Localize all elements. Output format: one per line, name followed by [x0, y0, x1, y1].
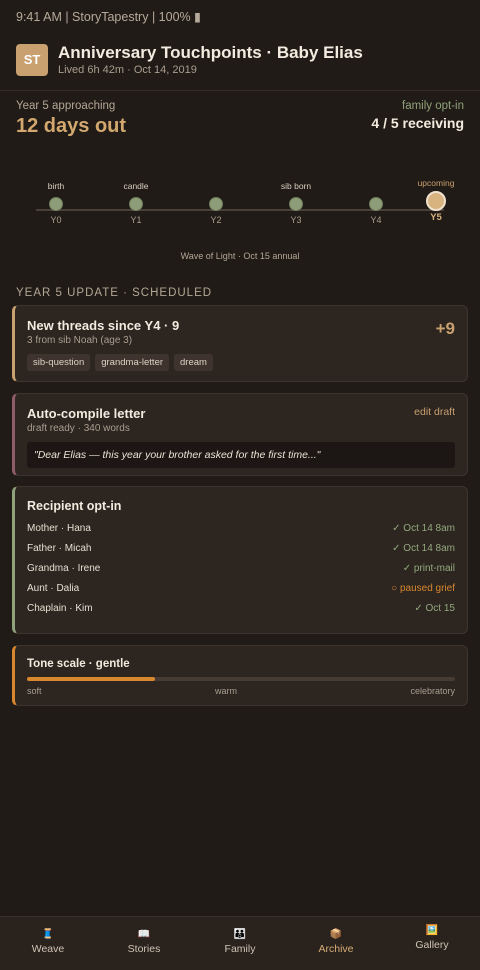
timeline-node-label: upcoming — [417, 178, 455, 188]
nav-label: Weave — [31, 943, 65, 955]
page-title: Anniversary Touchpoints · Baby Elias — [58, 43, 363, 62]
header-divider — [0, 90, 480, 91]
thread-tags: sib-question grandma-letter dream — [27, 354, 455, 371]
timeline-dot — [289, 197, 303, 211]
edit-draft-link[interactable]: edit draft — [414, 406, 455, 418]
tone-slider[interactable] — [27, 677, 455, 681]
status-bar: 9:41 AM | StoryTapestry | 100% ▮ — [16, 10, 201, 24]
countdown-label: Year 5 approaching — [16, 100, 116, 112]
timeline-year: Y4 — [370, 215, 382, 225]
timeline-dot-upcoming — [426, 191, 446, 211]
timeline-dot — [129, 197, 143, 211]
timeline-node-label — [346, 180, 406, 192]
timeline-node-y0[interactable]: birth Y0 — [26, 180, 86, 225]
gallery-icon: 🖼️ — [425, 925, 439, 936]
recipient-row[interactable]: Father · Micah ✓ Oct 14 8am — [27, 543, 455, 563]
threads-card-subtitle: 3 from sib Noah (age 3) — [27, 335, 133, 346]
tone-card: Tone scale · gentle soft warm celebrator… — [12, 645, 468, 706]
timeline-dot — [49, 197, 63, 211]
tone-slider-fill — [27, 677, 156, 681]
tag-chip[interactable]: dream — [174, 354, 213, 371]
recipient-row[interactable]: Aunt · Dalia ○ paused grief — [27, 583, 455, 603]
section-title: YEAR 5 UPDATE · SCHEDULED — [16, 287, 213, 299]
threads-count: +9 — [435, 319, 455, 338]
family-icon: 👪 — [233, 929, 247, 940]
stories-icon: 📖 — [137, 929, 151, 940]
weave-icon: 🧵 — [41, 929, 55, 940]
recipients-card: Recipient opt-in Mother · Hana ✓ Oct 14 … — [12, 486, 468, 634]
recipient-status: ✓ Oct 14 8am — [392, 543, 455, 554]
timeline-node-y1[interactable]: candle Y1 — [106, 180, 166, 225]
bottom-nav: 🧵 Weave 📖 Stories 👪 Family 📦 Archive 🖼️ … — [0, 916, 480, 970]
countdown-value: 12 days out — [16, 115, 127, 137]
tone-label-warm: warm — [214, 686, 237, 696]
recipient-status: ✓ Oct 14 8am — [392, 523, 455, 534]
tag-chip[interactable]: grandma-letter — [95, 354, 170, 371]
timeline-node-y2[interactable]: Y2 — [186, 180, 246, 225]
recipient-status: ✓ Oct 15 — [414, 603, 455, 614]
recipient-name: Mother · Hana — [27, 523, 91, 534]
avatar: ST — [16, 43, 48, 76]
letter-card-subtitle: draft ready · 340 words — [27, 423, 130, 434]
family-optin: family opt-in 4 / 5 receiving — [371, 100, 464, 131]
letter-preview: "Dear Elias — this year your brother ask… — [27, 442, 455, 468]
timeline-node-label: birth — [47, 181, 65, 191]
nav-item-stories[interactable]: 📖 Stories — [96, 917, 192, 970]
nav-item-family[interactable]: 👪 Family — [192, 917, 288, 970]
nav-item-weave[interactable]: 🧵 Weave — [0, 917, 96, 970]
timeline-node-label — [186, 180, 246, 192]
optin-label: family opt-in — [402, 100, 464, 112]
timeline-node-label: sib born — [280, 181, 312, 191]
timeline-year: Y2 — [210, 215, 222, 225]
tag-chip[interactable]: sib-question — [27, 354, 91, 371]
timeline-year: Y5 — [430, 212, 442, 223]
timeline-node-y3[interactable]: sib born Y3 — [266, 180, 326, 225]
threads-card[interactable]: New threads since Y4 · 9 3 from sib Noah… — [12, 305, 468, 382]
tone-card-title: Tone scale · gentle — [27, 658, 130, 670]
timeline-year: Y1 — [130, 215, 142, 225]
recipient-status: ○ paused grief — [391, 583, 455, 594]
timeline-dot — [369, 197, 383, 211]
recipient-row[interactable]: Mother · Hana ✓ Oct 14 8am — [27, 523, 455, 543]
threads-card-title: New threads since Y4 · 9 — [27, 318, 180, 333]
recipient-name: Grandma · Irene — [27, 563, 101, 574]
timeline-node-y5[interactable]: upcoming Y5 — [406, 177, 466, 223]
letter-card-title: Auto-compile letter — [27, 406, 146, 421]
timeline-caption: Wave of Light · Oct 15 annual — [180, 251, 300, 261]
tone-label-celebratory: celebratory — [410, 686, 455, 696]
nav-label: Family — [224, 943, 256, 955]
countdown: Year 5 approaching 12 days out — [16, 100, 126, 138]
recipients-card-title: Recipient opt-in — [27, 499, 122, 513]
page-subtitle: Lived 6h 42m · Oct 14, 2019 — [58, 64, 197, 76]
timeline-node-y4[interactable]: Y4 — [346, 180, 406, 225]
timeline-node-label: candle — [123, 181, 149, 191]
nav-label: Gallery — [415, 939, 449, 951]
recipient-row[interactable]: Grandma · Irene ✓ print-mail — [27, 563, 455, 583]
optin-value: 4 / 5 receiving — [371, 115, 464, 131]
page-header: ST Anniversary Touchpoints · Baby Elias … — [16, 43, 363, 76]
timeline-dot — [209, 197, 223, 211]
anniversary-timeline: birth Y0 candle Y1 Y2 sib born Y3 Y4 upc… — [0, 177, 480, 270]
tone-label-soft: soft — [27, 686, 42, 696]
recipient-name: Chaplain · Kim — [27, 603, 93, 614]
archive-icon: 📦 — [329, 929, 343, 940]
recipient-status: ✓ print-mail — [402, 563, 455, 574]
timeline-year: Y0 — [50, 215, 62, 225]
tone-labels: soft warm celebratory — [27, 686, 455, 696]
nav-item-gallery[interactable]: 🖼️ Gallery — [384, 917, 480, 970]
recipient-name: Aunt · Dalia — [27, 583, 80, 594]
nav-item-archive[interactable]: 📦 Archive — [288, 917, 384, 970]
nav-label: Archive — [318, 943, 354, 955]
recipient-name: Father · Micah — [27, 543, 92, 554]
letter-card[interactable]: Auto-compile letter draft ready · 340 wo… — [12, 393, 468, 476]
nav-label: Stories — [127, 943, 161, 955]
timeline-year: Y3 — [290, 215, 302, 225]
recipient-row[interactable]: Chaplain · Kim ✓ Oct 15 — [27, 603, 455, 623]
